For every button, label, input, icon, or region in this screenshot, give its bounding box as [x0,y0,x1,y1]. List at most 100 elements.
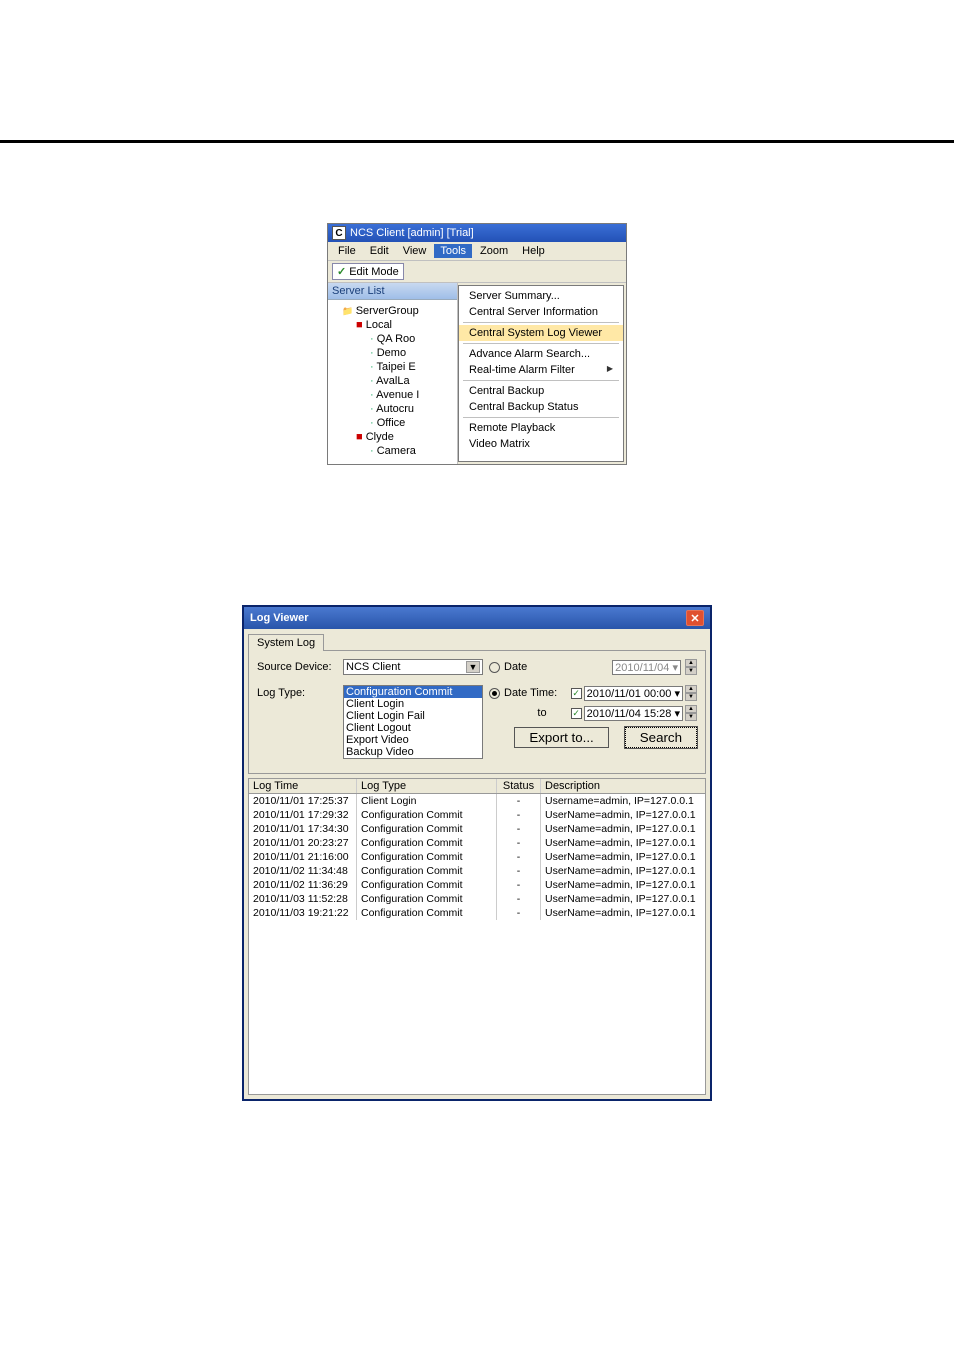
cell-status: - [497,794,541,808]
logtype-option[interactable]: Backup Video [344,746,482,758]
cell-status: - [497,864,541,878]
menu-advance-alarm[interactable]: Advance Alarm Search... [459,346,623,362]
cell-desc: Username=admin, IP=127.0.0.1 [541,794,705,808]
label-date: Date [504,661,527,673]
cell-type: Client Login [357,794,497,808]
cell-status: - [497,836,541,850]
cell-status: - [497,822,541,836]
close-button[interactable]: ✕ [686,610,704,626]
label-source-device: Source Device: [257,659,337,673]
cell-desc: UserName=admin, IP=127.0.0.1 [541,878,705,892]
table-row[interactable]: 2010/11/01 17:34:30Configuration Commit-… [249,822,705,836]
cell-desc: UserName=admin, IP=127.0.0.1 [541,892,705,906]
menu-edit[interactable]: Edit [364,244,395,258]
checkbox-from[interactable]: ✓ [571,688,582,699]
server-list-panel: Server List ServerGroup Local QA Roo Dem… [328,283,458,464]
table-row[interactable]: 2010/11/02 11:36:29Configuration Commit-… [249,878,705,892]
table-row[interactable]: 2010/11/01 21:16:00Configuration Commit-… [249,850,705,864]
table-row[interactable]: 2010/11/03 11:52:28Configuration Commit-… [249,892,705,906]
menu-remote-playback[interactable]: Remote Playback [459,420,623,436]
menu-central-server-info[interactable]: Central Server Information [459,304,623,320]
col-log-type[interactable]: Log Type [357,779,497,793]
to-spinner[interactable]: ▲▼ [685,705,697,721]
toolbar: ✓ Edit Mode [328,261,626,283]
menu-separator [463,343,619,344]
log-viewer-title: Log Viewer [250,612,308,624]
cell-time: 2010/11/01 17:34:30 [249,822,357,836]
table-row[interactable]: 2010/11/01 17:29:32Configuration Commit-… [249,808,705,822]
date-spinner[interactable]: ▲▼ [685,659,697,675]
cell-type: Configuration Commit [357,864,497,878]
menu-help[interactable]: Help [516,244,551,258]
source-device-dropdown[interactable]: NCS Client ▼ [343,659,483,675]
menu-file[interactable]: File [332,244,362,258]
search-button[interactable]: Search [625,727,697,748]
label-datetime: Date Time: [504,687,557,699]
cell-time: 2010/11/01 20:23:27 [249,836,357,850]
edit-mode-button[interactable]: ✓ Edit Mode [332,263,404,280]
log-type-list[interactable]: Configuration Commit Client Login Client… [343,685,483,759]
cell-type: Configuration Commit [357,906,497,920]
datetime-to-input[interactable]: 2010/11/04 15:28 ▾ [584,706,683,721]
cell-time: 2010/11/03 11:52:28 [249,892,357,906]
menu-zoom[interactable]: Zoom [474,244,514,258]
table-row[interactable]: 2010/11/01 17:25:37Client Login-Username… [249,794,705,808]
tree-local[interactable]: Local [332,318,455,332]
cell-desc: UserName=admin, IP=127.0.0.1 [541,850,705,864]
results-header: Log Time Log Type Status Description [249,779,705,794]
menu-central-system-log[interactable]: Central System Log Viewer [459,325,623,341]
cell-time: 2010/11/02 11:36:29 [249,878,357,892]
radio-datetime[interactable] [489,688,500,699]
tree-cam[interactable]: Taipei E [332,360,455,374]
date-input[interactable]: 2010/11/04 ▾ [612,660,681,675]
menu-central-backup[interactable]: Central Backup [459,383,623,399]
menu-central-backup-status[interactable]: Central Backup Status [459,399,623,415]
edit-mode-label: Edit Mode [349,266,399,278]
tree-cam[interactable]: Autocru [332,402,455,416]
tree-cam[interactable]: Office [332,416,455,430]
cell-desc: UserName=admin, IP=127.0.0.1 [541,822,705,836]
logtype-option[interactable]: Export Video [344,734,482,746]
menu-tools[interactable]: Tools [434,244,472,258]
log-viewer-titlebar: Log Viewer ✕ [244,607,710,629]
page-divider [0,140,954,143]
tree-cam[interactable]: Demo [332,346,455,360]
tree-cam[interactable]: Camera [332,444,455,458]
logtype-option[interactable]: Client Logout [344,722,482,734]
menu-video-matrix[interactable]: Video Matrix [459,436,623,452]
logtype-option[interactable]: Client Login Fail [344,710,482,722]
logtype-option[interactable]: Configuration Commit [344,686,482,698]
tree-clyde[interactable]: Clyde [332,430,455,444]
table-row[interactable]: 2010/11/01 20:23:27Configuration Commit-… [249,836,705,850]
tree-root[interactable]: ServerGroup [332,304,455,318]
col-status[interactable]: Status [497,779,541,793]
results-body[interactable]: 2010/11/01 17:25:37Client Login-Username… [249,794,705,1094]
label-to: to [537,707,546,719]
tree-cam[interactable]: Avenue I [332,388,455,402]
radio-date[interactable] [489,662,500,673]
tree-cam[interactable]: QA Roo [332,332,455,346]
chevron-down-icon: ▼ [466,661,480,673]
table-row[interactable]: 2010/11/03 19:21:22Configuration Commit-… [249,906,705,920]
datetime-from-input[interactable]: 2010/11/01 00:00 ▾ [584,686,683,701]
tab-system-log[interactable]: System Log [248,634,324,651]
cell-type: Configuration Commit [357,850,497,864]
menu-realtime-filter[interactable]: Real-time Alarm Filter [459,362,623,378]
checkbox-to[interactable]: ✓ [571,708,582,719]
label-log-type: Log Type: [257,685,337,699]
server-tree[interactable]: ServerGroup Local QA Roo Demo Taipei E A… [328,300,457,464]
from-spinner[interactable]: ▲▼ [685,685,697,701]
cell-time: 2010/11/01 17:25:37 [249,794,357,808]
window-title: NCS Client [admin] [Trial] [350,227,474,239]
cell-time: 2010/11/01 17:29:32 [249,808,357,822]
tree-cam[interactable]: AvalLa [332,374,455,388]
col-log-time[interactable]: Log Time [249,779,357,793]
menu-server-summary[interactable]: Server Summary... [459,288,623,304]
logtype-option[interactable]: Client Login [344,698,482,710]
tab-body: Source Device: NCS Client ▼ Date 2010/11… [248,650,706,774]
window-titlebar: C NCS Client [admin] [Trial] [328,224,626,242]
export-button[interactable]: Export to... [514,727,608,748]
table-row[interactable]: 2010/11/02 11:34:48Configuration Commit-… [249,864,705,878]
col-description[interactable]: Description [541,779,705,793]
menu-view[interactable]: View [397,244,433,258]
